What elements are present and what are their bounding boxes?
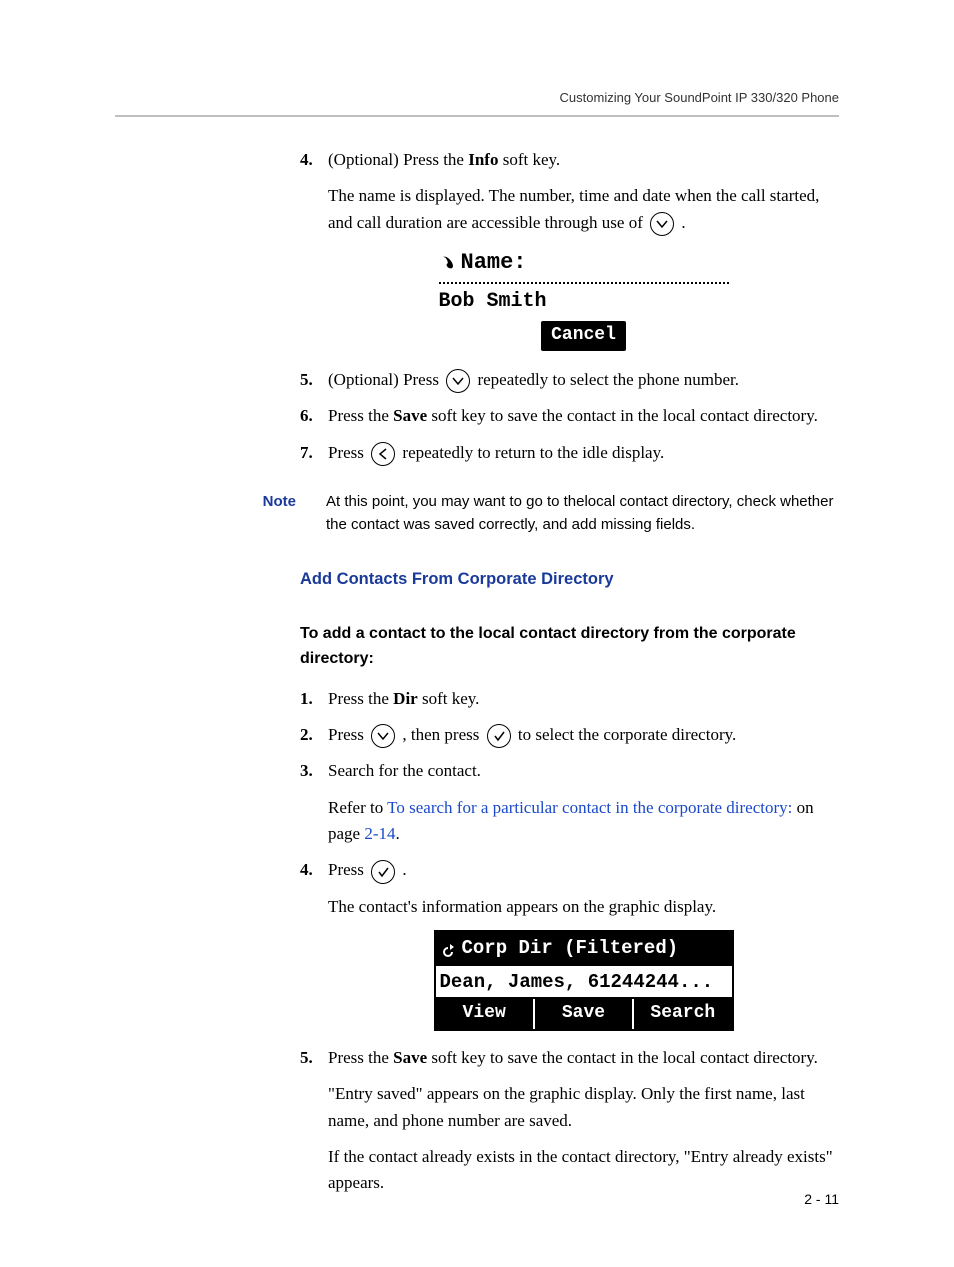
step-4: 4. (Optional) Press the Info soft key. T…: [300, 147, 839, 353]
step-number: 7.: [300, 440, 313, 466]
note-text: At this point, you may want to go to the…: [326, 490, 839, 537]
softkey-name: Save: [393, 1048, 427, 1067]
step-7: 7. Press repeatedly to return to the idl…: [300, 440, 839, 466]
text: Search for the contact.: [328, 758, 839, 784]
lcd2-softkey-row: View Save Search: [436, 999, 732, 1029]
cancel-softkey: Cancel: [541, 321, 626, 351]
check-icon: [487, 724, 511, 748]
step-6: 6. Press the Save soft key to save the c…: [300, 403, 839, 429]
lcd2-entry: Dean, James, 61244244...: [436, 966, 732, 999]
page: Customizing Your SoundPoint IP 330/320 P…: [0, 0, 954, 1267]
step-number: 4.: [300, 147, 313, 173]
step-number: 3.: [300, 758, 313, 784]
text: The contact's information appears on the…: [328, 894, 839, 920]
step-5: 5. (Optional) Press repeatedly to select…: [300, 367, 839, 393]
step-number: 4.: [300, 857, 313, 883]
text: Refer to: [328, 798, 387, 817]
text: Press: [328, 725, 368, 744]
text: Press the: [328, 689, 393, 708]
view-softkey: View: [436, 999, 535, 1029]
text: soft key.: [498, 150, 560, 169]
step-b5: 5. Press the Save soft key to save the c…: [300, 1045, 839, 1197]
handset-icon: [439, 255, 455, 271]
lcd2-title-bar: Corp Dir (Filtered): [436, 932, 732, 965]
refresh-icon: [440, 941, 456, 957]
text: repeatedly to return to the idle display…: [402, 443, 664, 462]
text: soft key to save the contact in the loca…: [427, 1048, 818, 1067]
lcd-button-row: Cancel: [439, 319, 729, 353]
phone-display-corpdir: Corp Dir (Filtered) Dean, James, 6124424…: [434, 930, 734, 1031]
running-header: Customizing Your SoundPoint IP 330/320 P…: [115, 90, 839, 115]
step-number: 6.: [300, 403, 313, 429]
step-b4: 4. Press . The contact's information app…: [300, 857, 839, 1030]
softkey-name: Save: [393, 406, 427, 425]
text: Press the: [328, 406, 393, 425]
text: "Entry saved" appears on the graphic dis…: [328, 1081, 839, 1134]
lcd-name-value: Bob Smith: [439, 284, 729, 319]
xref-link[interactable]: To search for a particular contact in th…: [387, 798, 792, 817]
text: Press: [328, 443, 368, 462]
phone-display-name: Name: Bob Smith Cancel: [439, 246, 729, 353]
lcd-title: Name:: [461, 246, 527, 280]
text: .: [677, 213, 686, 232]
page-number: 2 - 11: [804, 1191, 839, 1207]
steps-group-a: 4. (Optional) Press the Info soft key. T…: [300, 147, 839, 466]
text: Press the: [328, 1048, 393, 1067]
down-arrow-icon: [650, 212, 674, 236]
section-heading: Add Contacts From Corporate Directory: [300, 567, 839, 593]
lcd-title-row: Name:: [439, 246, 729, 284]
text: soft key.: [418, 689, 480, 708]
content-area: 4. (Optional) Press the Info soft key. T…: [300, 147, 839, 1197]
text: , then press: [398, 725, 483, 744]
text: If the contact already exists in the con…: [328, 1144, 839, 1197]
steps-group-b: 1. Press the Dir soft key. 2. Press , th…: [300, 686, 839, 1197]
page-ref-link[interactable]: 2-14: [364, 824, 395, 843]
text: to select the corporate directory.: [518, 725, 736, 744]
step-b3: 3. Search for the contact. Refer to To s…: [300, 758, 839, 847]
step-number: 5.: [300, 367, 313, 393]
note-block: Note At this point, you may want to go t…: [240, 490, 839, 537]
step-number: 5.: [300, 1045, 313, 1071]
step-number: 2.: [300, 722, 313, 748]
text: Press: [328, 860, 368, 879]
search-softkey: Search: [634, 999, 731, 1029]
softkey-name: Info: [468, 150, 498, 169]
note-label: Note: [240, 490, 296, 513]
softkey-name: Dir: [393, 689, 418, 708]
step-b2: 2. Press , then press to select the corp…: [300, 722, 839, 748]
text: .: [398, 860, 407, 879]
left-arrow-icon: [371, 442, 395, 466]
text: The name is displayed. The number, time …: [328, 186, 819, 231]
procedure-heading: To add a contact to the local contact di…: [300, 622, 839, 672]
lcd2-title: Corp Dir (Filtered): [462, 934, 679, 963]
down-arrow-icon: [446, 369, 470, 393]
text: .: [396, 824, 400, 843]
down-arrow-icon: [371, 724, 395, 748]
step-number: 1.: [300, 686, 313, 712]
save-softkey: Save: [535, 999, 634, 1029]
text: (Optional) Press: [328, 370, 443, 389]
text: soft key to save the contact in the loca…: [427, 406, 818, 425]
text: repeatedly to select the phone number.: [477, 370, 739, 389]
check-icon: [371, 860, 395, 884]
text: (Optional) Press the: [328, 150, 468, 169]
header-rule: [115, 115, 839, 117]
step-b1: 1. Press the Dir soft key.: [300, 686, 839, 712]
